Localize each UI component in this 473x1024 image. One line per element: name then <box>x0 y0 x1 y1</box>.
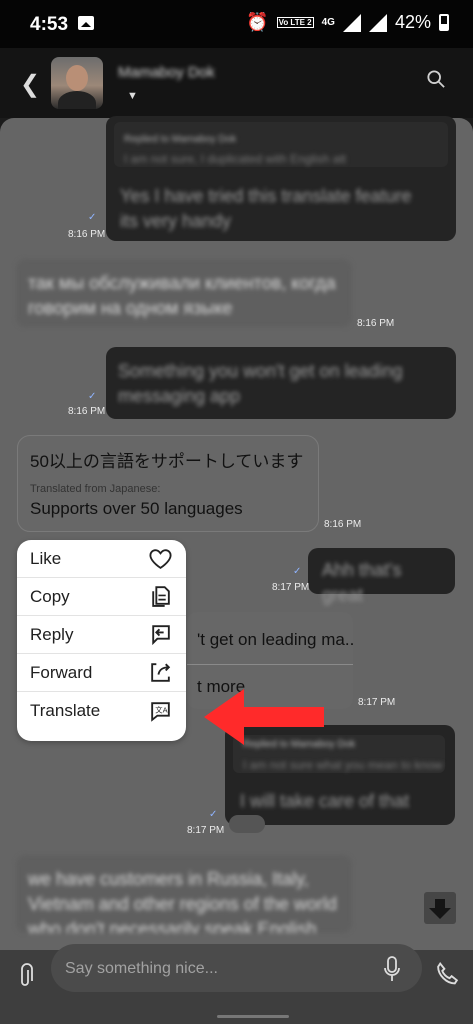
translate-icon: 文A <box>151 701 170 722</box>
menu-label-reply: Reply <box>30 624 74 644</box>
status-icons: ⏰ Vo LTE 2 4G 42% <box>246 12 449 33</box>
svg-text:文A: 文A <box>155 705 167 714</box>
menu-item-forward[interactable]: Forward <box>17 654 186 692</box>
read-check-icon: ✓ <box>88 212 97 223</box>
message-time: 8:16 PM <box>68 406 106 417</box>
menu-item-like[interactable]: Like <box>17 540 186 578</box>
preview-divider <box>187 664 353 665</box>
signal-icon <box>342 13 361 32</box>
gallery-icon <box>78 16 94 30</box>
battery-percent: 42% <box>394 12 431 32</box>
arrow-down-icon <box>429 899 451 919</box>
back-icon[interactable]: ❮ <box>20 70 40 99</box>
message-text: I will take care of that <box>240 791 410 811</box>
reply-icon <box>152 625 170 646</box>
battery-icon <box>439 14 449 31</box>
reaction-badge[interactable] <box>229 815 265 833</box>
scroll-down-button[interactable] <box>424 892 456 924</box>
translated-label: Translated from Japanese: <box>30 483 161 495</box>
message-time: 8:16 PM <box>324 519 362 530</box>
message-bubble[interactable]: Replied to Mamaboy Dok I am not sure, I … <box>106 116 456 241</box>
phone-icon[interactable] <box>435 959 460 987</box>
annotation-arrow <box>204 689 324 745</box>
message-input-container <box>51 944 422 994</box>
message-bubble[interactable]: так мы обслуживали клиентов, когда говор… <box>16 259 352 327</box>
message-input[interactable] <box>63 944 367 994</box>
message-time: 8:17 PM <box>358 697 396 708</box>
read-check-icon: ✓ <box>88 391 97 402</box>
menu-label-translate: Translate <box>30 701 101 720</box>
message-time: 8:16 PM <box>357 318 395 329</box>
chevron-down-icon[interactable]: ▼ <box>127 90 138 102</box>
microphone-icon[interactable] <box>384 955 400 983</box>
preview-text: 't get on leading ma... <box>197 630 353 649</box>
menu-item-translate[interactable]: Translate 文A <box>17 692 186 730</box>
reply-preview-text: I am not sure what you mean to know <box>243 758 443 772</box>
heart-icon <box>149 549 172 569</box>
volte-icon: Vo LTE 2 <box>276 17 314 28</box>
home-indicator <box>217 1015 289 1018</box>
message-text: we have customers in Russia, Italy, Viet… <box>28 869 337 933</box>
attachment-icon[interactable] <box>18 962 34 990</box>
menu-label-copy: Copy <box>30 586 70 606</box>
message-time: 8:17 PM <box>272 582 310 593</box>
copy-icon <box>152 586 170 607</box>
read-check-icon: ✓ <box>293 566 302 577</box>
contact-name[interactable]: Mamaboy Dok <box>118 64 215 81</box>
signal-icon-secondary <box>368 13 387 32</box>
network-type: 4G <box>321 17 335 28</box>
message-time: 8:17 PM <box>187 825 225 836</box>
menu-label-like: Like <box>30 548 62 568</box>
menu-item-copy[interactable]: Copy <box>17 578 186 616</box>
message-bubble[interactable]: Ahh that's great <box>308 548 455 605</box>
alarm-icon: ⏰ <box>246 12 269 32</box>
menu-label-forward: Forward <box>30 662 93 682</box>
status-bar: 4:53 ⏰ Vo LTE 2 4G 42% <box>0 0 473 48</box>
message-bubble[interactable]: Something you won't get on leading messa… <box>106 347 456 419</box>
reply-preview-text: I am not sure, I duplicated with English… <box>124 152 347 166</box>
read-check-icon: ✓ <box>209 809 218 820</box>
message-bubble[interactable]: we have customers in Russia, Italy, Viet… <box>16 855 352 933</box>
translated-message[interactable]: 50以上の言語をサポートしています Translated from Japane… <box>17 435 319 532</box>
status-time: 4:53 <box>30 14 69 35</box>
message-context-menu: Like Copy Reply Forward Translate 文A <box>17 540 186 741</box>
chat-header: ❮ Mamaboy Dok ▼ <box>0 48 473 118</box>
search-icon[interactable] <box>427 70 445 88</box>
message-time: 8:16 PM <box>68 229 106 240</box>
avatar[interactable] <box>51 57 103 109</box>
menu-item-reply[interactable]: Reply <box>17 616 186 654</box>
message-text: так мы обслуживали клиентов, когда говор… <box>28 273 336 318</box>
reply-preview: Replied to Mamaboy Dok I am not sure, I … <box>114 122 448 167</box>
message-text: Something you won't get on leading messa… <box>118 361 403 406</box>
composer <box>0 944 473 1024</box>
original-text: 50以上の言語をサポートしています <box>30 452 304 471</box>
translation-text: Supports over 50 languages <box>30 499 243 518</box>
forward-icon <box>151 663 171 682</box>
message-text: Yes I have tried this translate feature … <box>120 186 412 231</box>
